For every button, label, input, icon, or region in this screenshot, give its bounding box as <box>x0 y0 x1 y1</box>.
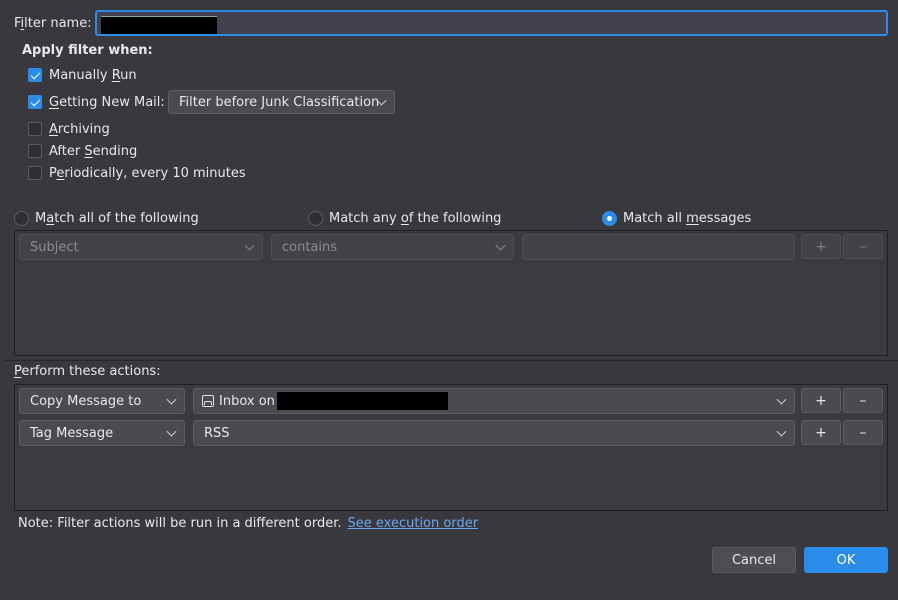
see-execution-order-link[interactable]: See execution order <box>348 516 479 531</box>
action-type-value: Tag Message <box>30 425 114 441</box>
action-target-tag-select[interactable]: RSS <box>193 420 795 446</box>
chevron-down-icon <box>166 394 177 405</box>
label-text: Manually <box>49 67 112 83</box>
after-sending-label: After Sending <box>49 144 137 159</box>
label-text: M <box>35 210 47 226</box>
match-all-following-radio[interactable] <box>14 210 29 226</box>
match-all-messages-radio-row[interactable]: Match all messages <box>602 209 751 227</box>
add-condition-button[interactable]: + <box>801 234 841 259</box>
match-any-following-label: Match any of the following <box>329 211 501 226</box>
chevron-down-icon <box>166 426 177 437</box>
action-type-select[interactable]: Copy Message to <box>19 388 185 414</box>
archiving-checkbox[interactable] <box>28 122 42 136</box>
apply-filter-heading: Apply filter when: <box>22 43 153 58</box>
access-key: a <box>46 210 55 226</box>
perform-actions-label: Perform these actions: <box>14 364 161 380</box>
match-all-messages-label: Match all messages <box>623 211 751 226</box>
manually-run-checkbox[interactable] <box>28 68 42 82</box>
match-any-following-radio[interactable] <box>308 210 323 226</box>
note-text: Note: Filter actions will be run in a di… <box>18 516 342 531</box>
condition-field-select[interactable]: Subject <box>19 234 263 260</box>
label-text: Match all <box>623 210 687 226</box>
inbox-icon <box>202 395 214 407</box>
periodically-checkbox-row[interactable]: Periodically, every 10 minutes <box>28 164 246 182</box>
label-text: Match any <box>329 210 401 226</box>
chevron-down-icon <box>776 426 787 437</box>
ok-button[interactable]: OK <box>804 547 888 573</box>
label-text: After <box>49 143 85 159</box>
match-all-following-radio-row[interactable]: Match all of the following <box>14 209 199 227</box>
condition-field-value: Subject <box>30 239 79 255</box>
remove-action-button[interactable]: – <box>843 388 883 413</box>
access-key: G <box>49 94 60 110</box>
label-text: tch all of the following <box>54 210 199 226</box>
remove-condition-button[interactable]: – <box>843 234 883 259</box>
action-target-value: Inbox on <box>219 393 275 409</box>
label-text: ending <box>92 143 138 159</box>
access-key: R <box>111 67 121 83</box>
label-text: un <box>120 67 137 83</box>
archiving-checkbox-row[interactable]: Archiving <box>28 120 110 138</box>
chevron-down-icon <box>776 394 787 405</box>
access-key: o <box>400 210 409 226</box>
remove-action-button[interactable]: – <box>843 420 883 445</box>
label-text: etting New Mail: <box>59 94 165 110</box>
getting-new-mail-checkbox-row[interactable]: Getting New Mail: <box>28 93 165 111</box>
chevron-down-icon <box>495 240 506 251</box>
label-text: erform these actions: <box>21 364 161 379</box>
redacted-account-name <box>276 392 448 410</box>
after-sending-checkbox-row[interactable]: After Sending <box>28 142 137 160</box>
after-sending-checkbox[interactable] <box>28 144 42 158</box>
access-key: m <box>686 210 699 226</box>
condition-value-input[interactable] <box>522 234 795 260</box>
add-action-button[interactable]: + <box>801 388 841 413</box>
label-text: essages <box>698 210 752 226</box>
match-any-following-radio-row[interactable]: Match any of the following <box>308 209 501 227</box>
redacted-filter-name <box>101 16 217 34</box>
label-text: f the following <box>408 210 502 226</box>
condition-operator-value: contains <box>282 239 338 255</box>
manually-run-label: Manually Run <box>49 68 137 83</box>
condition-operator-select[interactable]: contains <box>271 234 514 260</box>
label-text: lter name: <box>24 16 92 31</box>
access-key: A <box>49 121 58 137</box>
match-all-messages-radio[interactable] <box>602 210 617 226</box>
filter-name-label: Filter name: <box>14 15 92 33</box>
getting-new-mail-checkbox[interactable] <box>28 95 42 109</box>
action-type-select[interactable]: Tag Message <box>19 420 185 446</box>
junk-classification-select[interactable]: Filter before Junk Classification <box>168 90 395 114</box>
match-all-following-label: Match all of the following <box>35 211 199 226</box>
add-action-button[interactable]: + <box>801 420 841 445</box>
junk-select-value: Filter before Junk Classification <box>179 94 380 110</box>
label-text: riodically, every 10 minutes <box>64 165 246 181</box>
filter-name-input[interactable] <box>95 10 888 36</box>
execution-order-note: Note: Filter actions will be run in a di… <box>18 516 478 532</box>
chevron-down-icon <box>244 240 255 251</box>
action-target-folder-select[interactable]: Inbox on <box>193 388 795 414</box>
action-target-value: RSS <box>204 425 230 441</box>
periodically-checkbox[interactable] <box>28 166 42 180</box>
cancel-button[interactable]: Cancel <box>712 547 796 573</box>
periodically-label: Periodically, every 10 minutes <box>49 166 246 181</box>
getting-new-mail-label: Getting New Mail: <box>49 95 165 110</box>
manually-run-checkbox-row[interactable]: Manually Run <box>28 66 137 84</box>
access-key: S <box>84 143 93 159</box>
label-text: rchiving <box>57 121 110 137</box>
archiving-label: Archiving <box>49 122 110 137</box>
section-divider <box>4 360 898 361</box>
action-type-value: Copy Message to <box>30 393 142 409</box>
